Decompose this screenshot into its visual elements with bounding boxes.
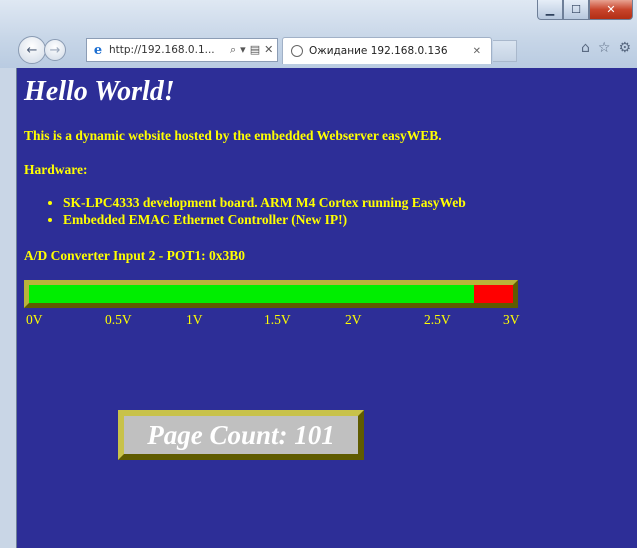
home-icon[interactable]: ⌂: [581, 40, 590, 56]
page-count: Page Count: 101: [147, 419, 335, 450]
address-bar[interactable]: e http://192.168.0.1... ⌕ ▾ ▤ ✕: [86, 38, 278, 62]
browser-tab[interactable]: Ожидание 192.168.0.136 ✕: [282, 37, 492, 64]
ie-logo-icon: e: [93, 42, 103, 58]
tab-title: Ожидание 192.168.0.136: [309, 45, 448, 57]
close-tab-icon[interactable]: ✕: [473, 46, 481, 57]
compat-view-icon[interactable]: ▤: [250, 43, 260, 57]
adc-bar-fill: [29, 285, 475, 303]
loading-icon: [291, 45, 303, 57]
forward-icon[interactable]: →: [44, 39, 66, 61]
scale-label: 1.5V: [264, 312, 291, 327]
back-icon[interactable]: ←: [18, 36, 46, 64]
hardware-label: Hardware:: [24, 162, 88, 177]
close-window-button[interactable]: ✕: [589, 0, 633, 20]
gear-icon[interactable]: ⚙: [618, 40, 631, 56]
scale-label: 0V: [26, 312, 43, 327]
new-tab-button[interactable]: [493, 40, 517, 62]
list-item: SK-LPC4333 development board. ARM M4 Cor…: [63, 194, 466, 211]
page-count-box: Page Count: 101: [118, 410, 364, 460]
adc-label: A/D Converter Input 2 - POT1: 0x3B0: [24, 248, 245, 263]
list-item: Embedded EMAC Ethernet Controller (New I…: [63, 211, 466, 228]
scale-label: 2V: [345, 312, 362, 327]
favorites-star-icon[interactable]: ☆: [598, 40, 611, 56]
browser-toolbar-right: ⌂ ☆ ⚙: [581, 40, 631, 56]
adc-bar: [24, 280, 518, 308]
window-controls: ▁ ☐ ✕: [537, 0, 633, 20]
voltage-scale: 0V 0.5V 1V 1.5V 2V 2.5V 3V: [17, 312, 637, 328]
minimize-button[interactable]: ▁: [537, 0, 563, 20]
hardware-list: SK-LPC4333 development board. ARM M4 Cor…: [17, 194, 466, 228]
search-icon[interactable]: ⌕: [230, 43, 236, 57]
browser-titlebar: ▁ ☐ ✕ ← → e http://192.168.0.1... ⌕ ▾ ▤ …: [0, 0, 637, 68]
address-url[interactable]: http://192.168.0.1...: [109, 44, 227, 56]
scale-label: 0.5V: [105, 312, 132, 327]
maximize-button[interactable]: ☐: [563, 0, 589, 20]
address-tools: ⌕ ▾ ▤ ✕: [230, 43, 273, 57]
intro-text: This is a dynamic website hosted by the …: [24, 128, 442, 143]
scale-label: 3V: [503, 312, 520, 327]
page-heading: Hello World!: [24, 76, 175, 107]
scale-label: 2.5V: [424, 312, 451, 327]
page-content: Hello World! This is a dynamic website h…: [16, 68, 637, 548]
navigation-buttons: ← →: [18, 36, 66, 64]
scale-label: 1V: [186, 312, 203, 327]
stop-icon[interactable]: ✕: [264, 43, 273, 57]
dropdown-icon[interactable]: ▾: [240, 43, 246, 57]
